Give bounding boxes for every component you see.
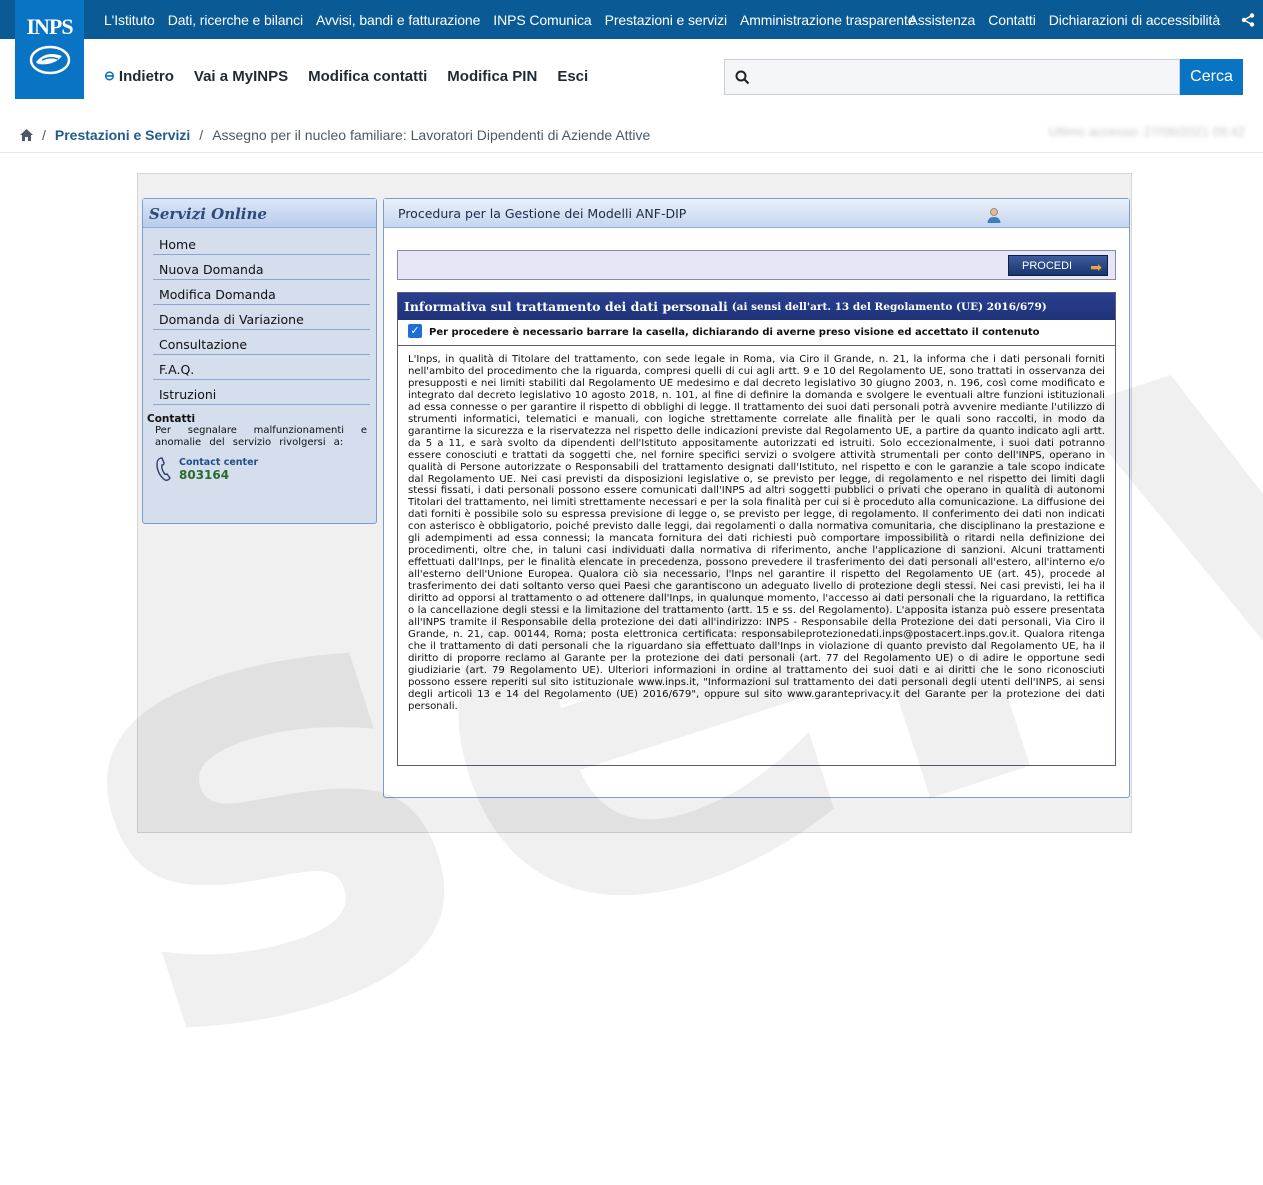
share-icon[interactable] [1233,0,1263,39]
user-menu: ⊖ Indietro Vai a MyINPS Modifica contatt… [104,58,608,94]
informativa-title: Informativa sul trattamento dei dati per… [404,299,728,314]
search-input[interactable] [758,60,1179,94]
topnav-item-contatti[interactable]: Contatti [988,12,1036,28]
topnav-item-dati[interactable]: Dati, ricerche e bilanci [168,12,303,28]
contact-center: Contact center 803164 [155,456,372,482]
content-header: Procedura per la Gestione dei Modelli AN… [384,199,1129,228]
logo-text: INPS [26,14,73,39]
search-bar: Cerca [724,59,1243,95]
breadcrumb-separator: / [42,127,46,143]
procedi-button[interactable]: PROCEDI ➡ [1008,255,1108,276]
sidebar-item-domanda-variazione[interactable]: Domanda di Variazione [153,305,370,330]
topnav-item-istituto[interactable]: L'Istituto [104,12,155,28]
search-button[interactable]: Cerca [1180,59,1243,95]
contacts-box: Contatti Per segnalare malfunzionamenti … [143,405,376,482]
topnav-item-accessibilita[interactable]: Dichiarazioni di accessibilità [1049,12,1220,28]
contacts-title: Contatti [147,413,196,425]
back-label: Indietro [118,67,174,85]
topnav-item-avvisi[interactable]: Avvisi, bandi e fatturazione [316,12,480,28]
topnav-item-assistenza[interactable]: Assistenza [909,12,976,28]
home-icon[interactable] [20,129,33,141]
procedi-label: PROCEDI [1022,259,1073,272]
content-panel: Procedura per la Gestione dei Modelli AN… [383,198,1130,798]
inps-logo[interactable]: INPS [15,0,84,99]
back-arrow-icon: ⊖ [104,68,115,83]
top-nav-menu: L'Istituto Dati, ricerche e bilanci Avvi… [104,0,928,39]
breadcrumb-link-prestazioni[interactable]: Prestazioni e Servizi [55,127,190,143]
logo-emblem-icon [29,45,70,75]
search-icon [735,70,750,84]
esci-link[interactable]: Esci [557,68,588,85]
sidebar: Servizi Online Home Nuova Domanda Modifi… [142,198,377,524]
consent-checkbox[interactable]: ✓ [408,323,422,338]
privacy-informativa: Informativa sul trattamento dei dati per… [397,292,1116,766]
informativa-title-bar: Informativa sul trattamento dei dati per… [398,293,1115,320]
topnav-item-trasparente[interactable]: Amministrazione trasparente [740,12,916,28]
consent-label: Per procedere è necessario barrare la ca… [429,327,1040,338]
top-nav-right: Assistenza Contatti Dichiarazioni di acc… [909,0,1263,39]
sidebar-item-nuova-domanda[interactable]: Nuova Domanda [153,255,370,280]
breadcrumb-current: Assegno per il nucleo familiare: Lavorat… [212,127,651,143]
back-link[interactable]: ⊖ Indietro [104,68,174,85]
procedi-bar: PROCEDI ➡ [397,250,1116,280]
user-icon [987,208,1001,223]
breadcrumb-separator: / [199,127,204,143]
procedure-title: Procedura per la Gestione dei Modelli AN… [398,205,687,221]
breadcrumb: / Prestazioni e Servizi / Assegno per il… [20,122,650,148]
search-field [724,59,1180,95]
sidebar-menu: Home Nuova Domanda Modifica Domanda Doma… [143,228,376,405]
sidebar-item-faq[interactable]: F.A.Q. [153,355,370,380]
modifica-contatti-link[interactable]: Modifica contatti [308,68,427,85]
contacts-text: Per segnalare malfunzionamenti e anomali… [155,425,367,448]
phone-icon [156,457,171,481]
sidebar-item-home[interactable]: Home [153,230,370,255]
sidebar-item-istruzioni[interactable]: Istruzioni [153,380,370,405]
header-divider [0,152,1263,153]
consent-row: ✓ Per procedere è necessario barrare la … [398,320,1115,346]
topnav-item-comunica[interactable]: INPS Comunica [493,12,591,28]
myinps-link[interactable]: Vai a MyINPS [194,68,288,85]
informativa-subtitle: (ai sensi dell'art. 13 del Regolamento (… [731,300,1047,313]
sidebar-item-modifica-domanda[interactable]: Modifica Domanda [153,280,370,305]
modifica-pin-link[interactable]: Modifica PIN [447,68,537,85]
topnav-item-prestazioni[interactable]: Prestazioni e servizi [605,12,727,28]
last-access-info: Ultimo accesso: 27/06/2021 09:42 [1048,124,1245,139]
sidebar-item-consultazione[interactable]: Consultazione [153,330,370,355]
arrow-right-icon: ➡ [1090,259,1102,275]
sidebar-title: Servizi Online [143,199,376,228]
top-navigation-bar: L'Istituto Dati, ricerche e bilanci Avvi… [0,0,1263,39]
contact-center-label: Contact center [179,456,259,468]
contact-center-number: 803164 [179,467,230,482]
informativa-text: L'Inps, in qualità di Titolare del tratt… [408,354,1105,712]
